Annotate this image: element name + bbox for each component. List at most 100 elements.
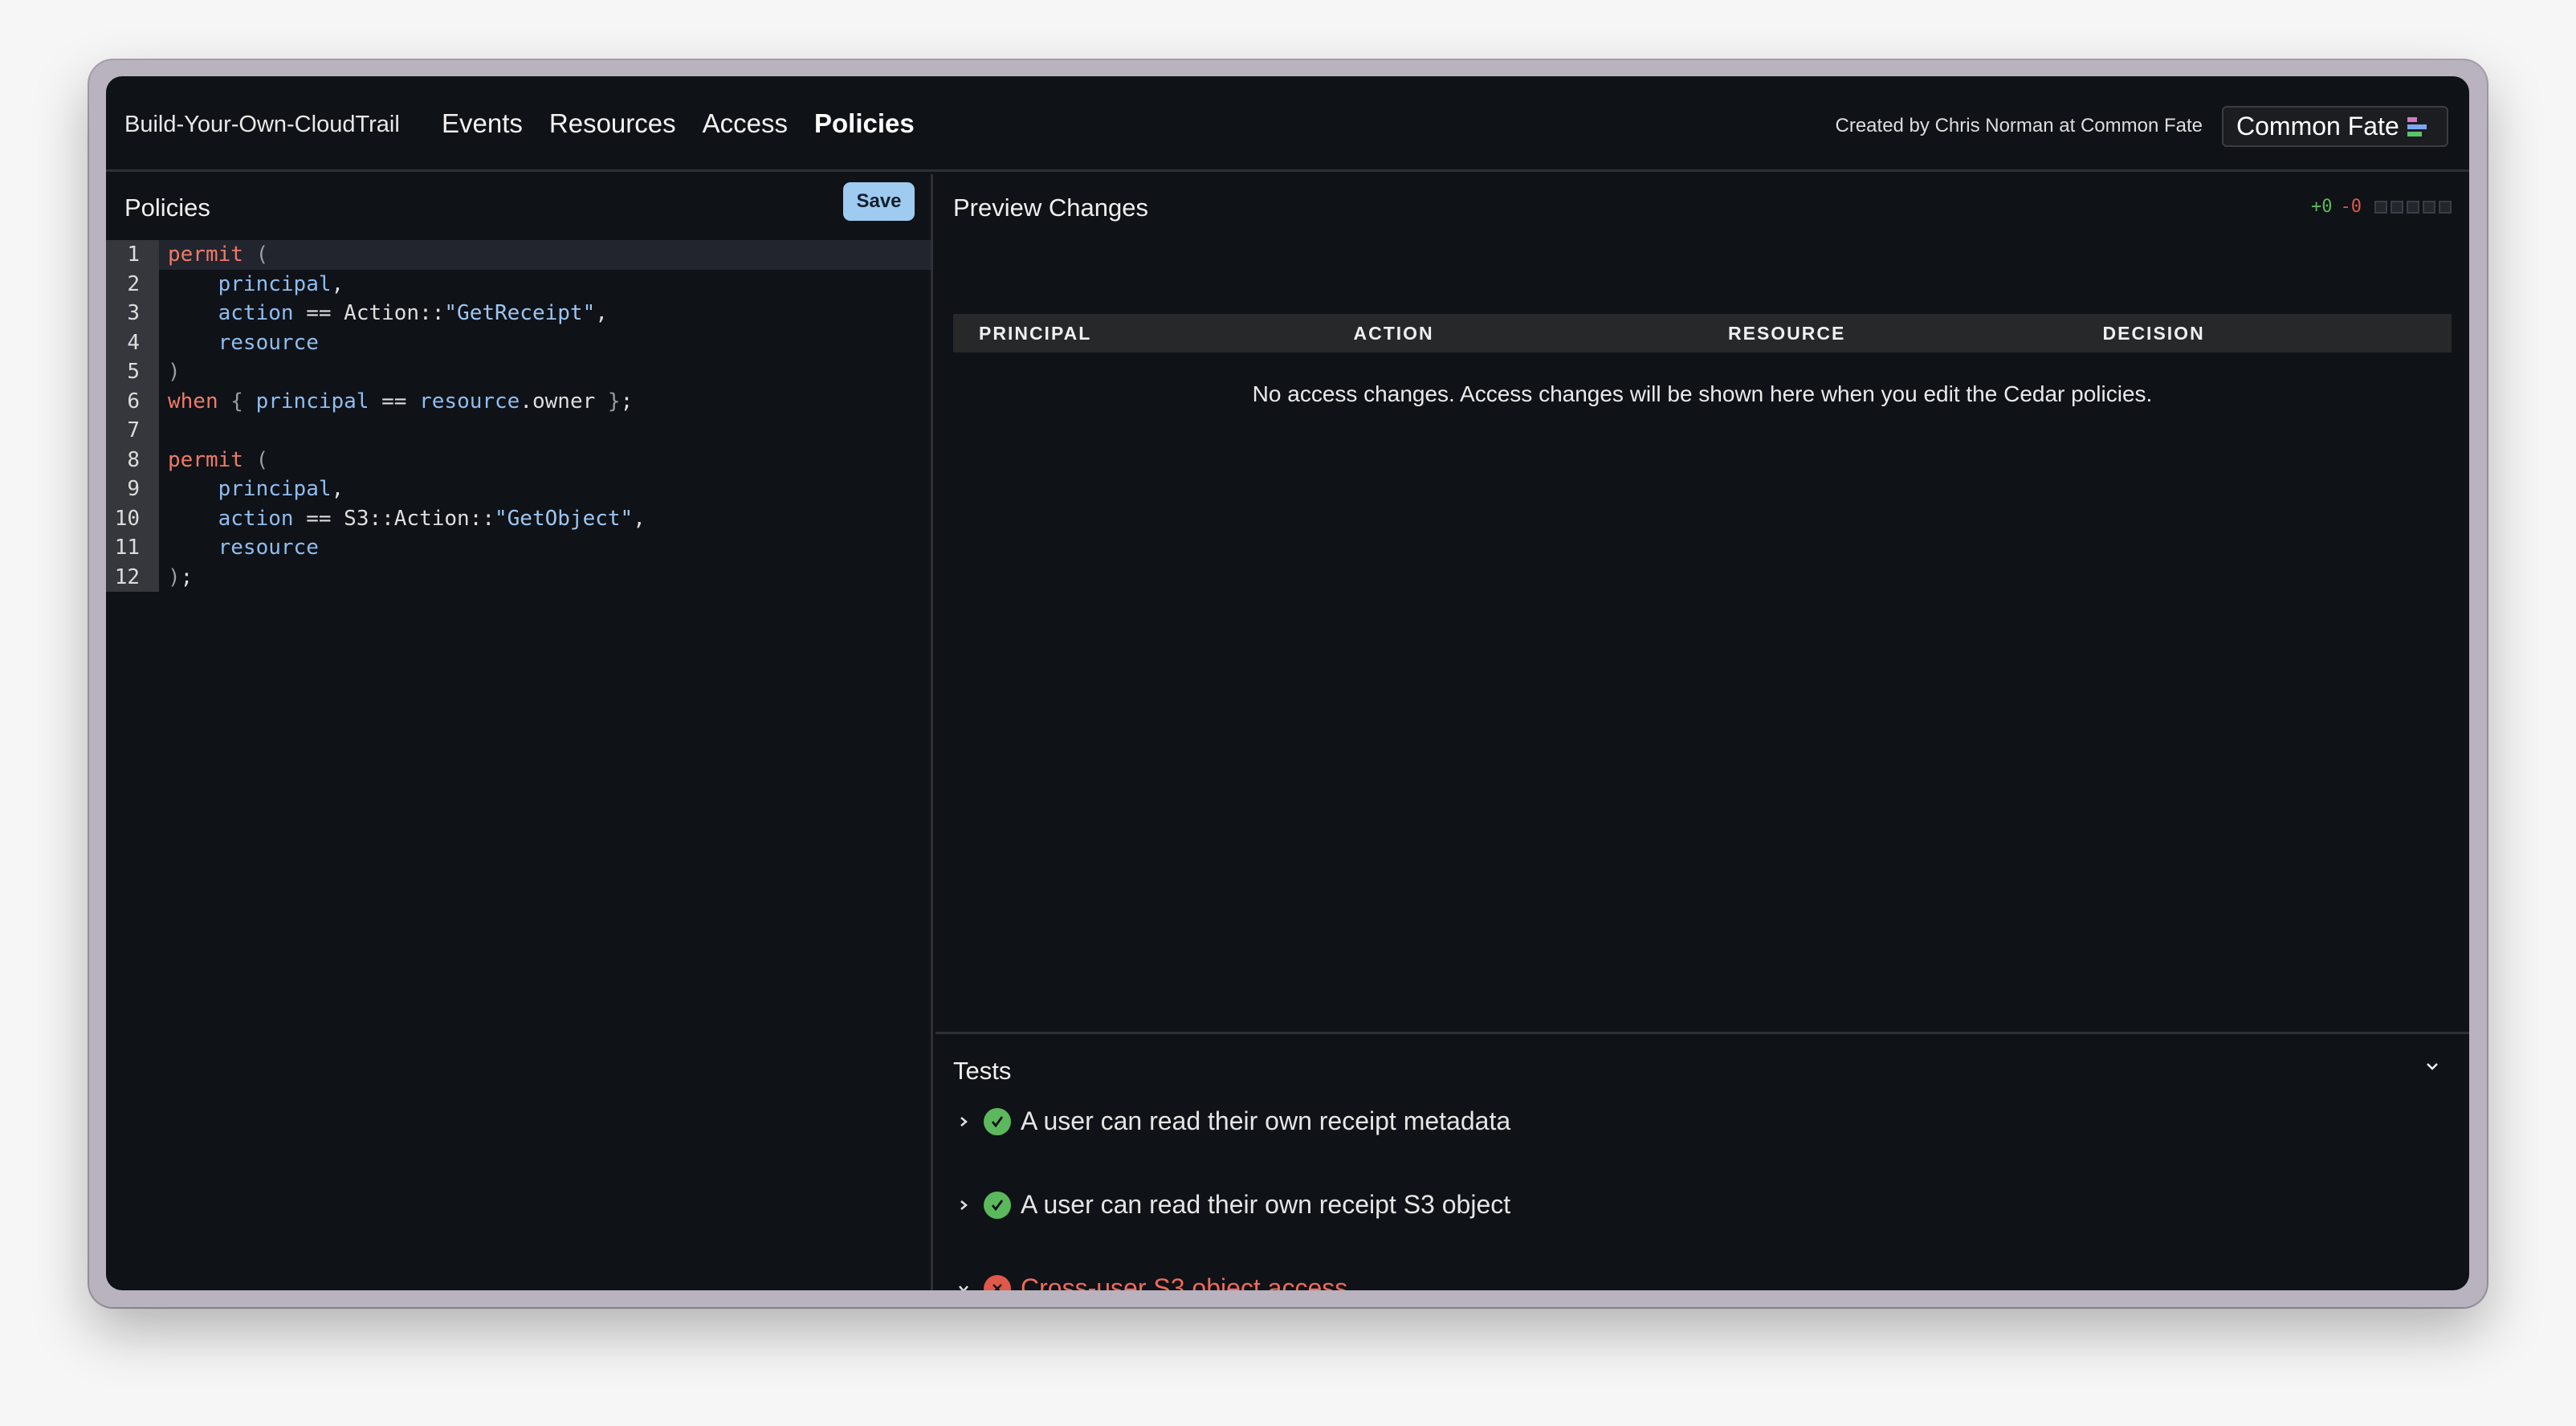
line-number: 12 — [106, 562, 159, 592]
code-token: resource — [218, 536, 319, 560]
code-token: { — [230, 389, 243, 414]
code-line[interactable]: 12); — [106, 562, 931, 593]
check-circle-icon — [984, 1107, 1011, 1135]
diff-block — [2439, 200, 2452, 214]
code-text[interactable]: principal, — [159, 270, 931, 299]
code-line[interactable]: 7 — [106, 416, 931, 446]
line-number: 4 — [106, 328, 159, 357]
code-text[interactable]: action == Action:: "GetReceipt", — [159, 299, 931, 328]
code-token: action — [218, 301, 294, 326]
code-text[interactable] — [159, 416, 931, 446]
code-token: , — [331, 271, 344, 296]
code-line[interactable]: 1 permit ( — [106, 240, 931, 270]
collapse-tests-chevron-icon[interactable] — [2424, 1058, 2440, 1074]
code-token: ; — [180, 564, 194, 589]
preview-title: Preview Changes — [953, 194, 1148, 222]
code-token: resource — [218, 330, 319, 355]
code-line[interactable]: 10 action == S3::Action:: "GetObject", — [106, 503, 931, 534]
test-name: Cross-user S3 object access — [1021, 1273, 1348, 1290]
code-token: when — [168, 389, 218, 414]
code-text[interactable]: permit ( — [159, 446, 931, 475]
test-item[interactable]: A user can read their own receipt S3 obj… — [953, 1190, 1510, 1220]
test-name: A user can read their own receipt metada… — [1021, 1106, 1511, 1135]
nav-policies[interactable]: Policies — [814, 108, 915, 139]
tests-title: Tests — [953, 1057, 1012, 1085]
code-token: "GetReceipt" — [444, 301, 596, 326]
code-token: principal — [218, 477, 332, 502]
nav-resources[interactable]: Resources — [549, 108, 676, 139]
diff-block — [2423, 200, 2435, 214]
code-token: , — [595, 301, 608, 326]
code-token: "GetObject" — [495, 506, 634, 531]
code-line[interactable]: 4 resource — [106, 328, 931, 358]
code-text[interactable]: ) — [159, 357, 931, 387]
code-token: == Action:: — [293, 301, 445, 326]
check-circle-icon — [984, 1191, 1011, 1219]
policies-title: Policies — [124, 194, 210, 222]
line-number: 6 — [106, 386, 159, 416]
code-text[interactable]: resource — [159, 533, 931, 563]
code-line[interactable]: 3 action == Action:: "GetReceipt", — [106, 299, 931, 328]
main-nav: Events Resources Access Policies — [442, 108, 915, 139]
policy-code-editor[interactable]: 1 permit (2 principal, 3 action == Action:… — [106, 240, 931, 592]
code-line[interactable]: 5) — [106, 357, 931, 387]
code-line[interactable]: 6 when { principal == resource .owner }; — [106, 386, 931, 417]
code-text[interactable]: when { principal == resource .owner }; — [159, 387, 931, 417]
app-window: Build-Your-Own-CloudTrail Events Resourc… — [106, 76, 2469, 1290]
column-action: ACTION — [1353, 322, 1434, 344]
credit-text: Created by Chris Norman at Common Fate — [1835, 115, 2203, 136]
x-circle-icon — [984, 1274, 1011, 1290]
diff-block — [2407, 200, 2419, 214]
code-text[interactable]: permit ( — [159, 240, 931, 270]
chevron-right-icon[interactable] — [953, 1111, 974, 1132]
column-principal: PRINCIPAL — [979, 322, 1092, 344]
code-token: == S3::Action:: — [293, 506, 495, 531]
code-token: , — [331, 477, 344, 502]
nav-access[interactable]: Access — [703, 108, 788, 139]
line-number: 8 — [106, 445, 159, 475]
empty-changes-message: No access changes. Access changes will b… — [1252, 381, 2153, 406]
save-button[interactable]: Save — [843, 182, 915, 221]
code-token: ( — [255, 447, 269, 472]
additions-count: +0 — [2311, 197, 2333, 217]
code-line[interactable]: 8 permit ( — [106, 445, 931, 475]
line-number: 1 — [106, 240, 159, 270]
column-resource: RESOURCE — [1728, 322, 1846, 344]
top-nav-bar: Build-Your-Own-CloudTrail Events Resourc… — [106, 76, 2469, 172]
code-text[interactable]: resource — [159, 328, 931, 358]
chevron-down-icon[interactable] — [953, 1278, 974, 1290]
code-token: ) — [168, 564, 181, 589]
line-number: 9 — [106, 475, 159, 504]
code-text[interactable]: action == S3::Action:: "GetObject", — [159, 504, 931, 534]
nav-events[interactable]: Events — [442, 108, 523, 139]
policies-panel: Policies Save 1 permit (2 principal, 3 act… — [106, 174, 933, 1290]
test-item[interactable]: A user can read their own receipt metada… — [953, 1106, 1510, 1136]
code-token: resource — [419, 389, 520, 414]
code-line[interactable]: 2 principal, — [106, 269, 931, 299]
code-token: == — [369, 389, 420, 414]
diff-stat: +0 -0 — [2311, 197, 2452, 217]
deletions-count: -0 — [2340, 197, 2362, 217]
code-text[interactable]: ); — [159, 563, 931, 593]
code-token: ) — [168, 360, 181, 385]
app-brand[interactable]: Build-Your-Own-CloudTrail — [124, 112, 400, 138]
code-text[interactable]: principal, — [159, 475, 931, 504]
chevron-right-icon[interactable] — [953, 1195, 974, 1216]
code-line[interactable]: 11 resource — [106, 533, 931, 563]
code-token: ; — [620, 389, 634, 414]
line-number: 2 — [106, 269, 159, 299]
common-fate-button[interactable]: Common Fate — [2222, 106, 2448, 147]
code-line[interactable]: 9 principal, — [106, 475, 931, 504]
diff-blocks — [2374, 200, 2452, 214]
code-token: permit — [168, 447, 243, 472]
code-token: } — [607, 389, 621, 414]
column-decision: DECISION — [2102, 322, 2205, 344]
common-fate-label: Common Fate — [2236, 112, 2399, 141]
test-item[interactable]: Cross-user S3 object access — [953, 1273, 1347, 1290]
code-token: , — [633, 506, 646, 531]
code-token: principal — [255, 389, 369, 414]
